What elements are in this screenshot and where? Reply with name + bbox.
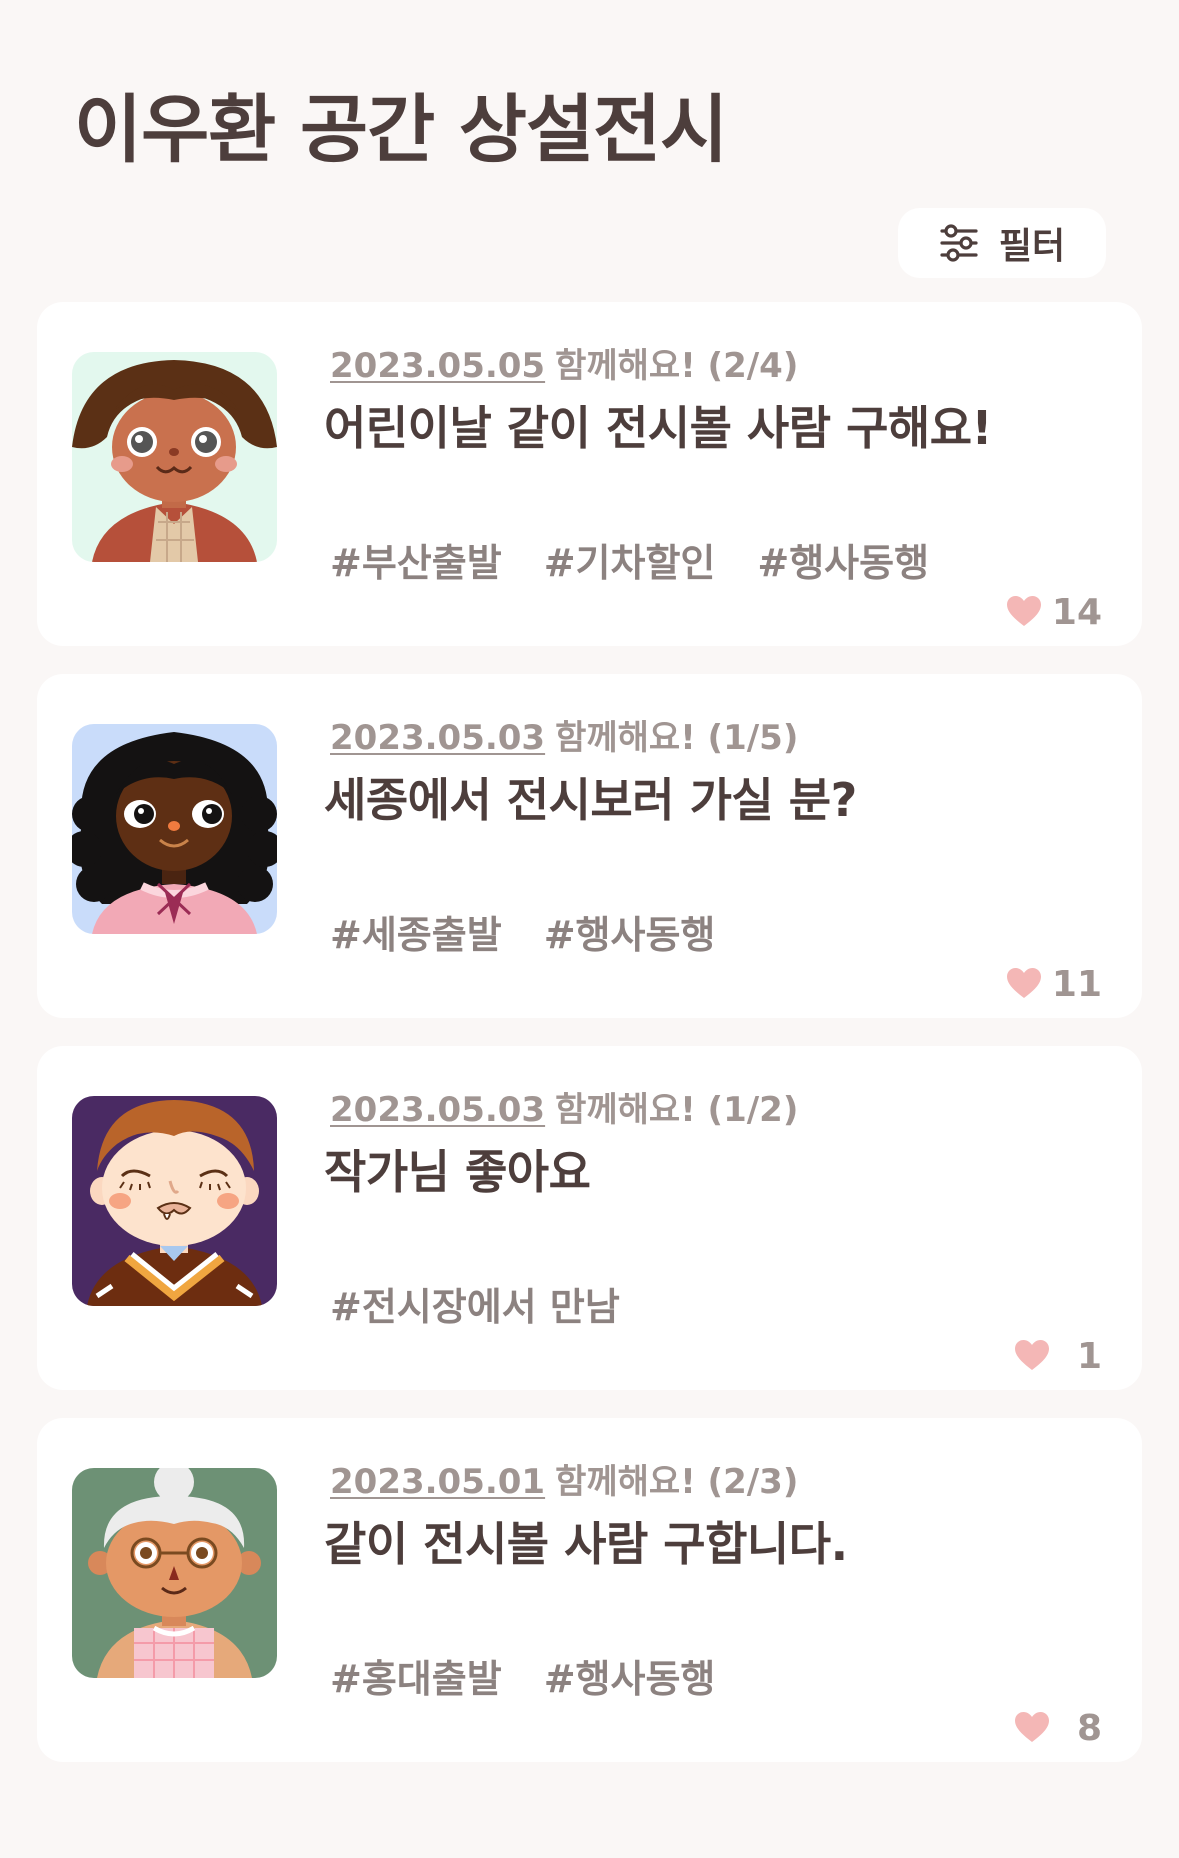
tag[interactable]: #행사동행	[544, 904, 716, 959]
heart-icon	[1014, 1339, 1050, 1375]
post-status: 함께해요! (1/2)	[555, 1090, 799, 1130]
heart-icon	[1006, 595, 1042, 631]
post-card[interactable]: 2023.05.03 함께해요! (1/2) 작가님 좋아요 #전시장에서 만남 …	[37, 1046, 1142, 1390]
post-card[interactable]: 2023.05.01 함께해요! (2/3) 같이 전시볼 사람 구합니다. #홍…	[37, 1418, 1142, 1762]
tag[interactable]: #행사동행	[757, 532, 929, 587]
avatar-girl-curly-black-hair	[72, 724, 277, 934]
tag[interactable]: #기차할인	[544, 532, 716, 587]
tag-list: #홍대출발 #행사동행	[330, 1648, 715, 1703]
tag[interactable]: #세종출발	[330, 904, 502, 959]
post-date: 2023.05.03	[330, 718, 546, 758]
page-title: 이우환 공간 상설전시	[74, 87, 728, 173]
post-meta: 2023.05.03 함께해요! (1/5)	[330, 710, 798, 759]
tag-list: #부산출발 #기차할인 #행사동행	[330, 532, 929, 587]
post-title[interactable]: 세종에서 전시보러 가실 분?	[324, 764, 857, 830]
post-date: 2023.05.03	[330, 1090, 546, 1130]
avatar-boy-orange-hair	[72, 1096, 277, 1306]
post-title[interactable]: 같이 전시볼 사람 구합니다.	[324, 1508, 848, 1574]
tag[interactable]: #전시장에서 만남	[330, 1276, 620, 1331]
post-status: 함께해요! (1/5)	[555, 718, 799, 758]
post-card[interactable]: 2023.05.05 함께해요! (2/4) 어린이날 같이 전시볼 사람 구해요…	[37, 302, 1142, 646]
like-button[interactable]: 1	[1014, 1336, 1102, 1377]
heart-icon	[1014, 1711, 1050, 1747]
post-meta: 2023.05.01 함께해요! (2/3)	[330, 1454, 798, 1503]
post-card[interactable]: 2023.05.03 함께해요! (1/5) 세종에서 전시보러 가실 분? #세…	[37, 674, 1142, 1018]
like-button[interactable]: 8	[1014, 1708, 1102, 1749]
like-count: 14	[1051, 592, 1102, 633]
avatar-girl-brown-hair	[72, 352, 277, 562]
tag-list: #전시장에서 만남	[330, 1276, 620, 1331]
tag[interactable]: #행사동행	[544, 1648, 716, 1703]
tag-list: #세종출발 #행사동행	[330, 904, 715, 959]
like-count: 8	[1076, 1708, 1102, 1749]
post-meta: 2023.05.05 함께해요! (2/4)	[330, 338, 798, 387]
page: 이우환 공간 상설전시 필터 2023.05.05 함께해요! (2/4) 어린…	[0, 0, 1179, 1858]
post-date: 2023.05.05	[330, 346, 546, 386]
post-status: 함께해요! (2/4)	[555, 346, 799, 386]
post-title[interactable]: 작가님 좋아요	[324, 1136, 591, 1202]
like-button[interactable]: 14	[1006, 592, 1102, 633]
post-date: 2023.05.01	[330, 1462, 546, 1502]
tag[interactable]: #부산출발	[330, 532, 502, 587]
post-meta: 2023.05.03 함께해요! (1/2)	[330, 1082, 798, 1131]
like-button[interactable]: 11	[1006, 964, 1102, 1005]
filter-button[interactable]: 필터	[898, 208, 1106, 278]
avatar-grandma-white-hair	[72, 1468, 277, 1678]
like-count: 1	[1076, 1336, 1102, 1377]
sliders-icon	[939, 224, 979, 262]
tag[interactable]: #홍대출발	[330, 1648, 502, 1703]
post-status: 함께해요! (2/3)	[555, 1462, 799, 1502]
heart-icon	[1006, 967, 1042, 1003]
like-count: 11	[1051, 964, 1102, 1005]
filter-label: 필터	[998, 226, 1066, 267]
post-title[interactable]: 어린이날 같이 전시볼 사람 구해요!	[324, 392, 993, 458]
